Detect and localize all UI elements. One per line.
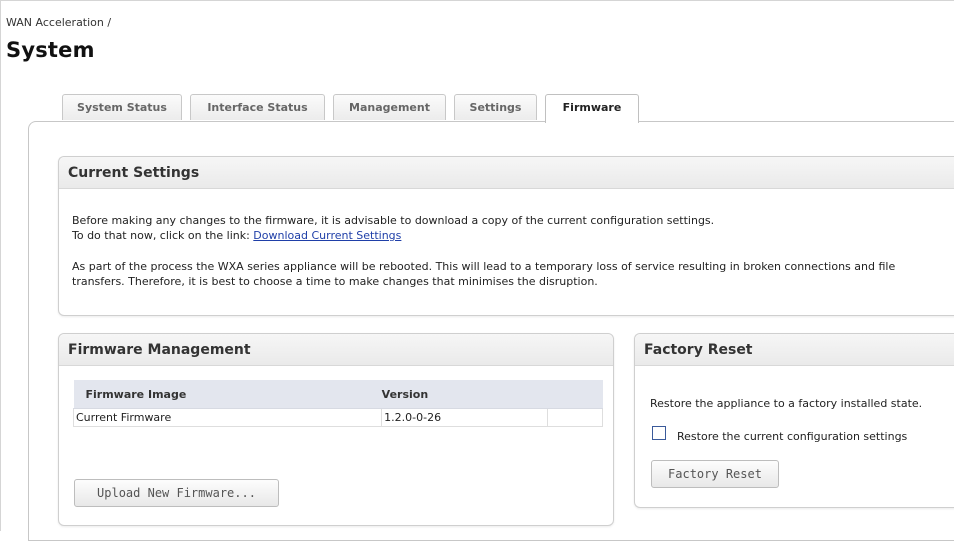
firmware-image-cell: Current Firmware — [72, 408, 383, 427]
table-row[interactable]: Current Firmware 1.2.0-0-26 — [72, 408, 604, 427]
factory-reset-title: Factory Reset — [635, 334, 954, 366]
tab-firmware[interactable]: Firmware — [545, 94, 639, 123]
advice-text: Before making any changes to the firmwar… — [72, 214, 715, 227]
breadcrumb[interactable]: WAN Acceleration / — [6, 16, 111, 29]
tab-system-status[interactable]: System Status — [62, 94, 182, 120]
download-instruction: To do that now, click on the link: Downl… — [72, 228, 401, 243]
firmware-management-panel: Firmware Management Firmware Image Versi… — [58, 333, 614, 526]
firmware-extra-cell — [546, 408, 604, 427]
tab-management[interactable]: Management — [333, 94, 446, 120]
download-instruction-prefix: To do that now, click on the link: — [72, 229, 254, 242]
firmware-version-cell: 1.2.0-0-26 — [381, 408, 548, 427]
factory-reset-panel: Factory Reset Restore the appliance to a… — [634, 333, 954, 508]
factory-reset-button[interactable]: Factory Reset — [651, 460, 779, 488]
firmware-table: Firmware Image Version Current Firmware … — [72, 380, 604, 427]
reboot-warning-line2: transfers. Therefore, it is best to choo… — [72, 275, 598, 288]
column-header-firmware-image: Firmware Image — [73, 380, 382, 409]
factory-reset-description: Restore the appliance to a factory insta… — [650, 397, 923, 410]
reboot-warning-line1: As part of the process the WXA series ap… — [72, 260, 896, 273]
page-title: System — [6, 38, 95, 62]
window-border — [0, 0, 1, 531]
tab-settings[interactable]: Settings — [454, 94, 537, 120]
current-settings-panel: Current Settings Before making any chang… — [58, 156, 954, 316]
current-settings-title: Current Settings — [59, 157, 954, 189]
restore-settings-label[interactable]: Restore the current configuration settin… — [677, 430, 907, 443]
column-header-extra — [547, 380, 603, 409]
firmware-management-title: Firmware Management — [59, 334, 613, 366]
restore-settings-checkbox[interactable] — [652, 426, 666, 440]
window-top-border — [0, 0, 954, 8]
column-header-version: Version — [381, 380, 548, 409]
upload-new-firmware-button[interactable]: Upload New Firmware... — [74, 479, 279, 507]
download-current-settings-link[interactable]: Download Current Settings — [253, 229, 401, 242]
tab-interface-status[interactable]: Interface Status — [190, 94, 325, 120]
table-header-row: Firmware Image Version — [73, 380, 603, 409]
